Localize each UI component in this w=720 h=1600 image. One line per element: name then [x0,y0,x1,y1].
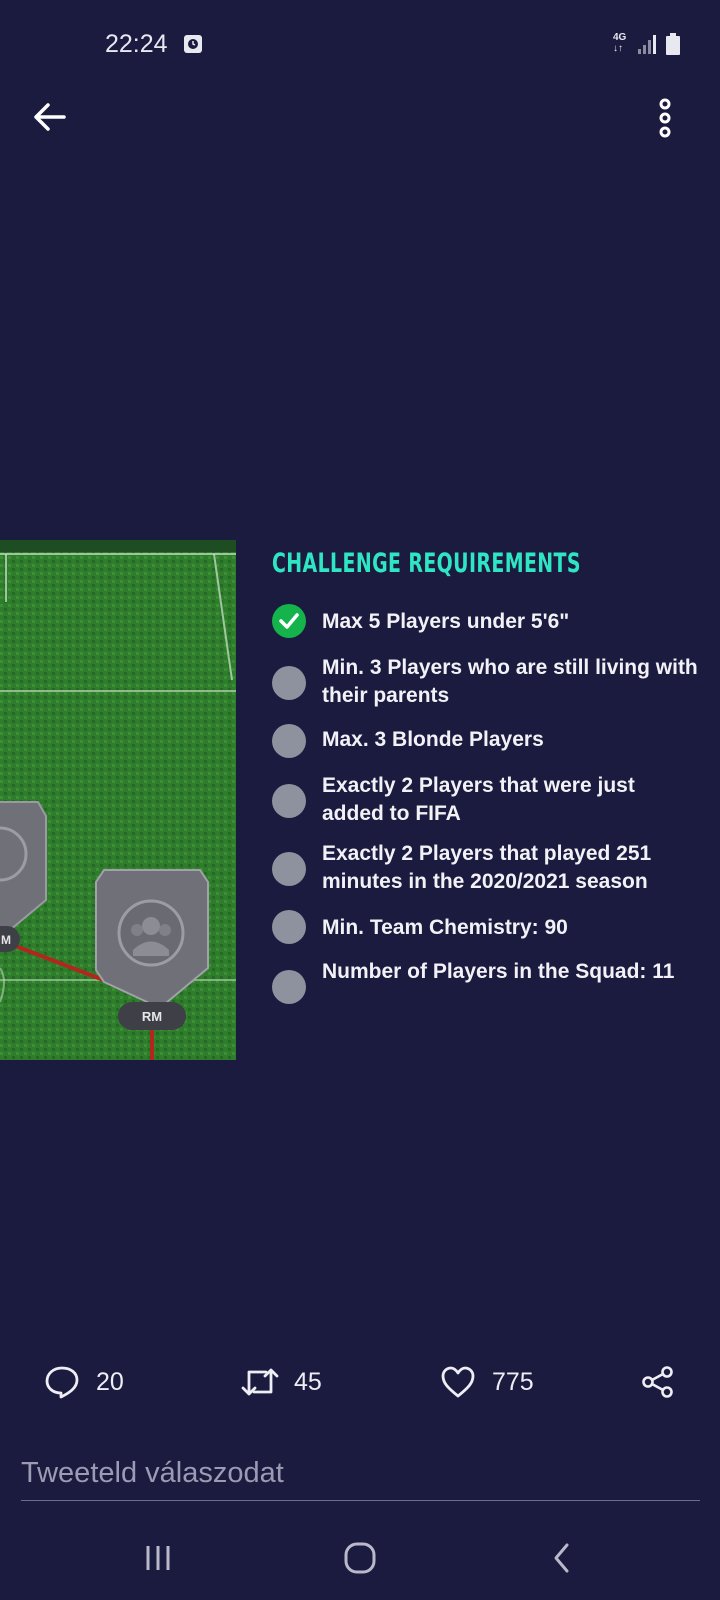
clock: 22:24 [105,30,168,58]
status-bar: 22:24 4G ↓↑ [0,0,720,90]
requirement-pending-icon [272,970,306,1004]
more-options-button[interactable] [652,95,678,141]
heart-icon [441,1366,475,1398]
network-label: 4G [613,32,627,43]
tweet-media-image[interactable]: M RM CHALLENGE REQUIREMENTS Max 5 Player… [0,540,720,1060]
requirement-text: Min. 3 Players who are still living with… [322,656,698,707]
position-label-m: M [1,933,11,947]
retweet-icon [241,1368,279,1396]
retweet-count: 45 [294,1367,322,1396]
alarm-icon [184,35,202,53]
like-count: 775 [492,1367,534,1396]
recent-apps-button[interactable] [134,1536,182,1580]
chevron-left-icon [554,1543,569,1573]
home-button[interactable] [336,1536,384,1580]
requirement-text: Max. 3 Blonde Players [322,728,544,751]
reply-count: 20 [96,1367,124,1396]
requirement-text: Max 5 Players under 5'6" [322,610,570,633]
retweet-button[interactable]: 45 [240,1360,322,1404]
requirement-text: Min. Team Chemistry: 90 [322,916,568,939]
more-vertical-icon [659,98,671,138]
requirement-text: Number of Players in the Squad: 11 [322,960,675,983]
recent-apps-icon [146,1546,170,1570]
requirement-pending-icon [272,852,306,886]
requirement-pending-icon [272,784,306,818]
system-back-button[interactable] [538,1536,586,1580]
reply-box [21,1450,700,1501]
football-pitch: M RM [0,540,236,1060]
position-label-rm: RM [142,1009,162,1024]
requirement-text: Exactly 2 Players that were just added t… [322,774,635,825]
home-icon [344,1542,376,1574]
reply-button[interactable]: 20 [44,1360,124,1404]
comment-icon [45,1366,79,1399]
reply-input[interactable] [21,1450,700,1496]
arrow-left-icon [34,103,66,131]
tweet-actions: 20 45 775 [0,1360,720,1410]
share-icon [642,1366,673,1398]
system-nav-bar [0,1520,720,1600]
share-button[interactable] [640,1360,676,1404]
like-button[interactable]: 775 [440,1360,534,1404]
requirement-text: Exactly 2 Players that played 251 minute… [322,842,652,893]
requirement-pending-icon [272,910,306,944]
requirement-pending-icon [272,724,306,758]
network-type: 4G ↓↑ [613,32,626,54]
requirement-met-icon [272,604,306,638]
back-button[interactable] [28,95,72,139]
data-arrows-icon: ↓↑ [613,43,623,54]
battery-icon [666,33,680,55]
requirement-pending-icon [272,666,306,700]
requirements-title: CHALLENGE REQUIREMENTS [272,548,581,579]
signal-icon [638,35,656,54]
